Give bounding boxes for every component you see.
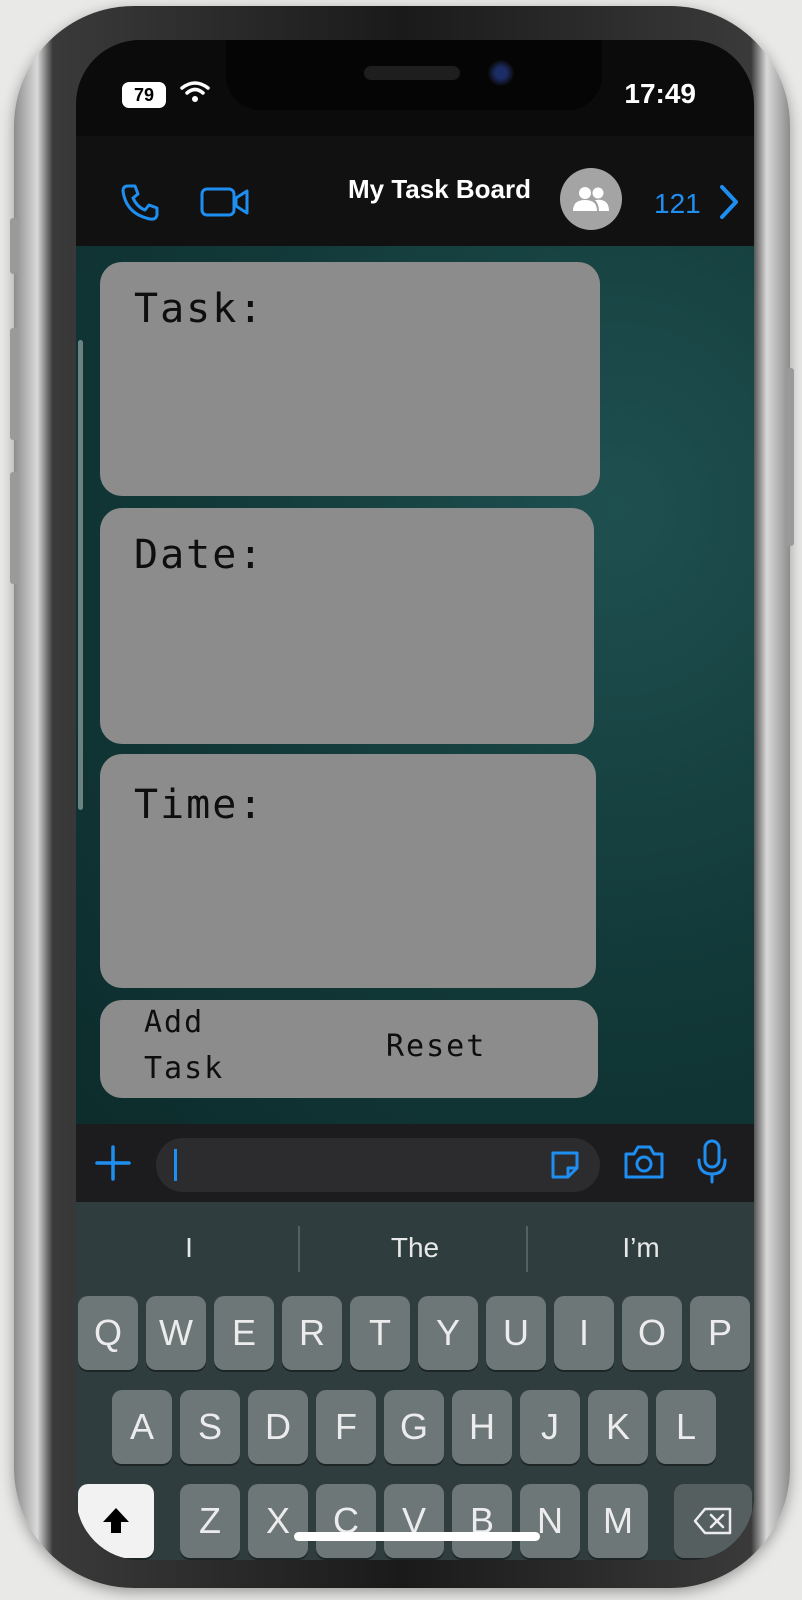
- key-l[interactable]: L: [656, 1390, 716, 1464]
- time-label: Time:: [134, 782, 265, 828]
- date-label: Date:: [134, 532, 265, 578]
- video-call-icon[interactable]: [200, 186, 250, 218]
- key-g[interactable]: G: [384, 1390, 444, 1464]
- sticker-icon[interactable]: [548, 1148, 582, 1182]
- camera-icon[interactable]: [622, 1142, 666, 1182]
- key-s[interactable]: S: [180, 1390, 240, 1464]
- member-count[interactable]: 121: [654, 188, 701, 220]
- plus-icon[interactable]: [94, 1144, 132, 1182]
- chevron-right-icon[interactable]: [718, 184, 740, 220]
- key-z[interactable]: Z: [180, 1484, 240, 1558]
- time-card[interactable]: Time:: [100, 754, 596, 988]
- phone-frame: 79 17:49 My Task Board 121 Task: Date: T…: [10, 6, 794, 1588]
- add-task-label-line1: Add: [144, 1005, 205, 1040]
- microphone-icon[interactable]: [696, 1138, 728, 1184]
- key-u[interactable]: U: [486, 1296, 546, 1370]
- key-k[interactable]: K: [588, 1390, 648, 1464]
- mute-switch: [10, 218, 18, 274]
- key-r[interactable]: R: [282, 1296, 342, 1370]
- volume-up-button: [10, 328, 18, 440]
- scroll-indicator[interactable]: [78, 340, 83, 810]
- keyboard: I The I’m Q W E R T Y U I O P A S D F G …: [76, 1202, 754, 1560]
- key-y[interactable]: Y: [418, 1296, 478, 1370]
- key-e[interactable]: E: [214, 1296, 274, 1370]
- add-task-button[interactable]: Add Task: [144, 1000, 224, 1092]
- chat-area: Task: Date: Time: Add Task Reset: [76, 246, 754, 1124]
- volume-down-button: [10, 472, 18, 584]
- battery-indicator: 79: [122, 82, 166, 108]
- add-task-label-line2: Task: [144, 1051, 225, 1086]
- chat-header: My Task Board 121: [76, 136, 754, 246]
- wifi-icon: [180, 81, 210, 102]
- reset-button[interactable]: Reset: [386, 1024, 486, 1070]
- backspace-key[interactable]: [674, 1484, 752, 1558]
- key-m[interactable]: M: [588, 1484, 648, 1558]
- suggestion-item[interactable]: I’m: [528, 1232, 754, 1264]
- front-camera: [488, 60, 514, 86]
- key-d[interactable]: D: [248, 1390, 308, 1464]
- key-p[interactable]: P: [690, 1296, 750, 1370]
- key-w[interactable]: W: [146, 1296, 206, 1370]
- key-t[interactable]: T: [350, 1296, 410, 1370]
- phone-call-icon[interactable]: [120, 182, 160, 222]
- group-icon: [573, 187, 609, 211]
- key-f[interactable]: F: [316, 1390, 376, 1464]
- key-b[interactable]: B: [452, 1484, 512, 1558]
- chat-title[interactable]: My Task Board: [348, 174, 531, 205]
- text-cursor: [174, 1149, 177, 1181]
- shift-key[interactable]: [78, 1484, 154, 1558]
- key-a[interactable]: A: [112, 1390, 172, 1464]
- key-j[interactable]: J: [520, 1390, 580, 1464]
- message-input-bar: [76, 1124, 754, 1202]
- key-x[interactable]: X: [248, 1484, 308, 1558]
- key-c[interactable]: C: [316, 1484, 376, 1558]
- backspace-icon: [693, 1507, 732, 1535]
- status-time: 17:49: [624, 78, 696, 109]
- suggestion-divider: [298, 1226, 300, 1272]
- notch: [226, 40, 602, 110]
- key-q[interactable]: Q: [78, 1296, 138, 1370]
- key-n[interactable]: N: [520, 1484, 580, 1558]
- task-label: Task:: [134, 286, 265, 332]
- home-indicator[interactable]: [294, 1532, 540, 1541]
- suggestion-item[interactable]: I: [76, 1232, 302, 1264]
- task-card[interactable]: Task:: [100, 262, 600, 496]
- speaker-grille: [364, 66, 460, 80]
- power-button: [786, 368, 794, 546]
- group-avatar[interactable]: [560, 168, 622, 230]
- message-input[interactable]: [156, 1138, 600, 1192]
- key-o[interactable]: O: [622, 1296, 682, 1370]
- suggestion-item[interactable]: The: [302, 1232, 528, 1264]
- key-h[interactable]: H: [452, 1390, 512, 1464]
- shift-arrow-icon: [103, 1508, 129, 1533]
- key-i[interactable]: I: [554, 1296, 614, 1370]
- suggestion-bar: I The I’m: [76, 1202, 754, 1292]
- key-v[interactable]: V: [384, 1484, 444, 1558]
- action-card: Add Task Reset: [100, 1000, 598, 1098]
- screen: 79 17:49 My Task Board 121 Task: Date: T…: [76, 40, 754, 1560]
- date-card[interactable]: Date:: [100, 508, 594, 744]
